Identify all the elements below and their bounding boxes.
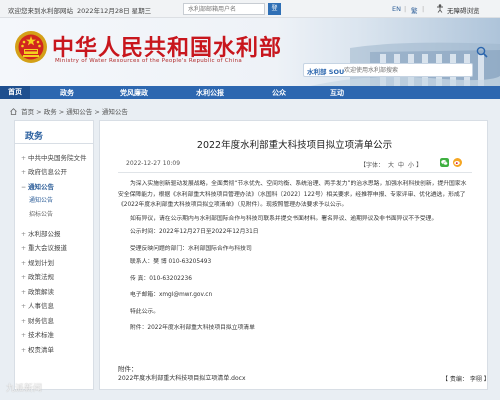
- site-search-box[interactable]: 水利部 SOU: [303, 63, 473, 77]
- breadcrumb-home[interactable]: 首页: [21, 108, 34, 116]
- attachment-mention: 附件：2022年度水利部重大科技项目拟立项清单: [130, 325, 255, 331]
- national-emblem-icon: [15, 31, 47, 63]
- article-body: 为深入实施创新驱动发展战略，全面贯彻“节水优先、空间均衡、系统治理、两手发力”的…: [118, 179, 468, 337]
- sidebar-item-policy[interactable]: + 政策法规: [21, 271, 54, 281]
- contact-email: 电子邮箱：xmgl@mwr.gov.cn: [130, 292, 213, 298]
- attachments-label: 附件：: [118, 365, 138, 373]
- sidebar-item-policy-interpretation[interactable]: + 政策解读: [21, 286, 54, 296]
- sidebar-item-finance[interactable]: + 财务信息: [21, 315, 54, 325]
- home-icon: [10, 108, 17, 115]
- breadcrumb-notice[interactable]: 通知公告: [66, 108, 92, 116]
- sidebar-item-personnel[interactable]: + 人事信息: [21, 300, 54, 310]
- font-size-control: 【字体：大中小】: [360, 162, 423, 169]
- sidebar-item-info-disclosure[interactable]: + 政府信息公开: [21, 166, 67, 176]
- contact-person: 联系人：樊 博 010-63205493: [130, 259, 212, 265]
- font-medium-button[interactable]: 中: [398, 162, 404, 169]
- main-nav: 首页 政务 党风廉政 水利公报 公众 互动: [0, 86, 500, 99]
- sidebar-item-meetings[interactable]: + 重大会议报道: [21, 242, 67, 252]
- article-paragraph: 为深入实施创新驱动发展战略，全面贯彻“节水优先、空间均衡、系统治理、两手发力”的…: [118, 181, 467, 208]
- welcome-text: 欢迎您来到水利部网站 2022年12月28日 星期三: [8, 7, 152, 15]
- font-large-button[interactable]: 大: [388, 162, 394, 169]
- nav-integrity[interactable]: 党风廉政: [120, 88, 148, 98]
- weibo-share-icon[interactable]: [453, 158, 462, 167]
- search-icon[interactable]: [476, 46, 488, 58]
- sidebar-item-central-docs[interactable]: + 中共中央国务院文件: [21, 152, 87, 162]
- search-brand-logo: 水利部 SOU: [307, 68, 345, 76]
- mail-username-input[interactable]: [183, 3, 265, 15]
- lang-en-link[interactable]: EN: [392, 5, 401, 13]
- sidebar-item-planning[interactable]: + 规划计划: [21, 257, 54, 267]
- site-subtitle: Ministry of Water Resources of the Peopl…: [55, 58, 243, 64]
- article-date: 2022-12-27 10:09: [126, 160, 181, 167]
- article-title: 2022年度水利部重大科技项目拟立项清单公示: [196, 140, 393, 151]
- sidebar-item-notices[interactable]: − 通知公告: [21, 181, 54, 191]
- watermark-logo: 九派新闻: [6, 384, 43, 394]
- breadcrumb-affairs[interactable]: 政务: [44, 108, 57, 116]
- sidebar-item-bulletin[interactable]: + 水利部公报: [21, 228, 61, 238]
- sidebar-title: 政务: [25, 132, 44, 142]
- article-paragraph: 如有异议，请在公示期内与水利部国际合作与科技司联系并提交书面材料。署名异议、逾期…: [130, 215, 438, 222]
- current-date: 2022年12月28日 星期三: [77, 7, 152, 15]
- fax-number: 传 真：010-63202236: [130, 275, 192, 282]
- nav-public[interactable]: 公众: [272, 88, 286, 98]
- nav-home[interactable]: 首页: [0, 86, 30, 99]
- top-bar: 欢迎您来到水利部网站2022年12月28日 星期三 登 EN | 繁 | 无障碍…: [0, 0, 500, 18]
- nav-interaction[interactable]: 互动: [330, 88, 344, 98]
- font-small-button[interactable]: 小: [408, 162, 414, 169]
- closing-statement: 特此公示。: [130, 308, 159, 315]
- sidebar-subitem-notices[interactable]: 通知公告: [29, 195, 53, 204]
- sidebar: 政务 + 中共中央国务院文件 + 政府信息公开 − 通知公告 通知公告 招标公告 + 水…: [14, 120, 94, 390]
- accessibility-link[interactable]: 无障碍浏览: [447, 5, 480, 15]
- sidebar-item-responsibility-list[interactable]: + 权责清单: [21, 344, 54, 354]
- accessibility-icon: [437, 4, 443, 13]
- lang-traditional-link[interactable]: 繁: [411, 5, 418, 15]
- publicity-period: 公示时间：2022年12月27日至2022年12月31日: [130, 229, 259, 235]
- nav-bulletin[interactable]: 水利公报: [196, 88, 224, 98]
- editor-credit: 【 责编： 李栩 】: [442, 376, 490, 383]
- sidebar-subitem-tenders[interactable]: 招标公告: [29, 209, 53, 218]
- breadcrumb-notice-sub[interactable]: 通知公告: [102, 108, 128, 116]
- search-input[interactable]: [344, 65, 464, 75]
- attachment-link[interactable]: 2022年度水利部重大科技项目拟立项清单.docx: [118, 374, 246, 383]
- sidebar-item-standards[interactable]: + 技术标准: [21, 329, 54, 339]
- wechat-share-icon[interactable]: [440, 158, 449, 167]
- article-panel: 2022年度水利部重大科技项目拟立项清单公示 2022-12-27 10:09 …: [99, 120, 490, 390]
- site-banner: 中华人民共和国水利部 Ministry of Water Resources o…: [0, 18, 500, 86]
- nav-affairs[interactable]: 政务: [60, 88, 74, 98]
- receiving-department: 受理反映问题的部门：水利部国际合作与科技司: [130, 245, 252, 252]
- breadcrumb: 首页 > 政务 > 通知公告 > 通知公告: [10, 106, 128, 116]
- attachments: 附件： 2022年度水利部重大科技项目拟立项清单.docx: [118, 365, 246, 383]
- login-button[interactable]: 登: [268, 3, 281, 15]
- article-meta-bar: 2022-12-27 10:09 【字体：大中小】: [118, 158, 472, 173]
